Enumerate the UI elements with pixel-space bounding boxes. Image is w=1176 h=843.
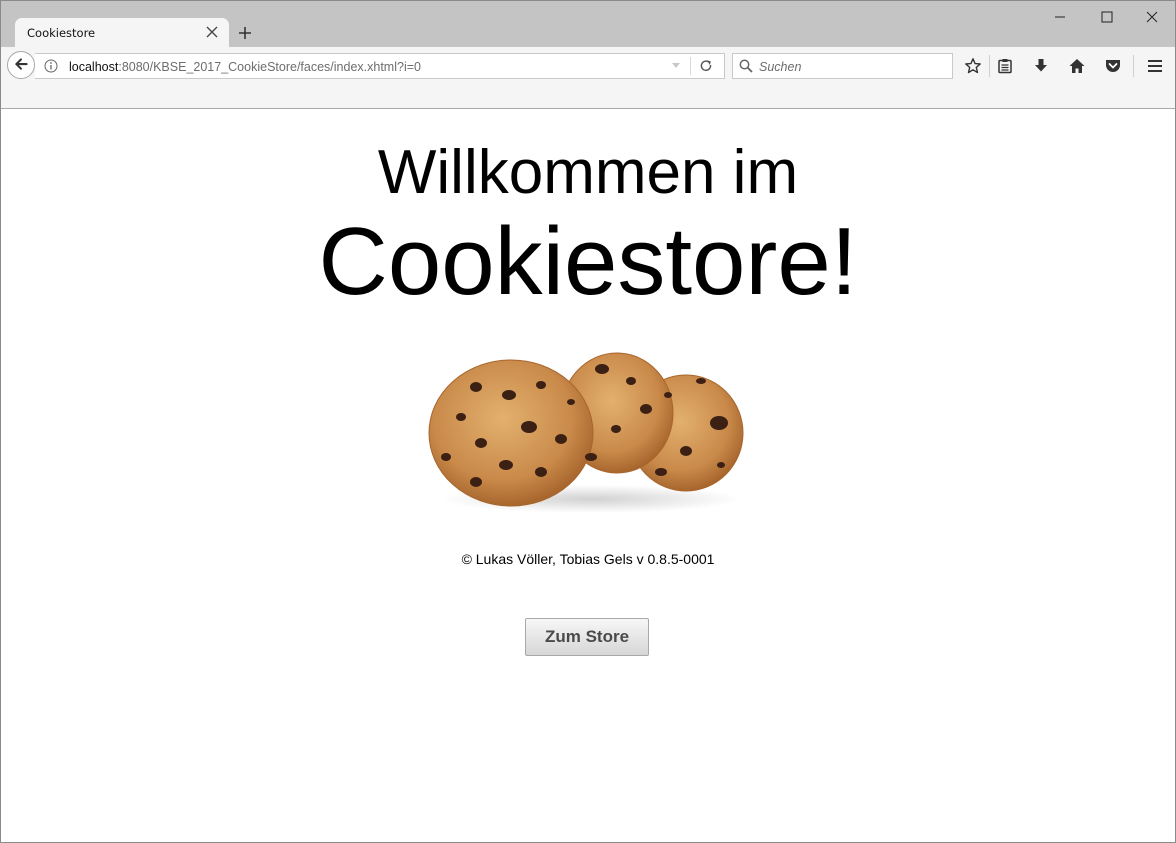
store-title: Cookiestore! <box>318 208 858 315</box>
search-input[interactable]: Suchen <box>759 60 801 74</box>
close-window-icon[interactable] <box>1142 7 1162 27</box>
search-icon <box>739 59 753 73</box>
url-text[interactable]: localhost:8080/KBSE_2017_CookieStore/fac… <box>69 60 421 74</box>
tab-title: Cookiestore <box>27 26 96 40</box>
toolbar-divider <box>989 55 990 77</box>
pocket-icon[interactable] <box>1104 57 1122 75</box>
zum-store-button[interactable]: Zum Store <box>525 618 649 656</box>
download-icon[interactable] <box>1032 57 1050 75</box>
search-box[interactable]: Suchen <box>732 53 953 79</box>
home-icon[interactable] <box>1068 57 1086 75</box>
plus-icon[interactable] <box>237 25 253 41</box>
toolbar-divider <box>1133 55 1134 77</box>
hamburger-menu-icon[interactable] <box>1146 57 1164 75</box>
star-icon[interactable] <box>964 57 982 75</box>
welcome-heading: Willkommen im <box>377 138 799 207</box>
url-divider <box>690 57 691 75</box>
minimize-icon[interactable] <box>1050 7 1070 27</box>
back-arrow-icon <box>15 58 28 70</box>
clipboard-icon[interactable] <box>996 57 1014 75</box>
back-button[interactable] <box>7 51 35 79</box>
nav-toolbar: localhost:8080/KBSE_2017_CookieStore/fac… <box>1 47 1175 109</box>
cookies-image <box>428 352 744 513</box>
url-path: :8080/KBSE_2017_CookieStore/faces/index.… <box>118 60 421 74</box>
chevron-down-icon[interactable] <box>671 62 681 70</box>
reload-icon[interactable] <box>699 59 713 73</box>
url-host: localhost <box>69 60 119 74</box>
browser-window: Cookiestore localhost:8080/KBSE_2017_Coo… <box>0 0 1176 843</box>
info-icon[interactable] <box>44 59 58 73</box>
maximize-icon[interactable] <box>1097 7 1117 27</box>
url-bar[interactable]: localhost:8080/KBSE_2017_CookieStore/fac… <box>35 53 725 79</box>
close-icon[interactable] <box>205 25 219 39</box>
copyright-text: © Lukas Völler, Tobias Gels v 0.8.5-0001 <box>461 551 715 567</box>
tab-strip: Cookiestore <box>1 1 1175 47</box>
page-content: Willkommen im Cookiestore! © Lukas Völle… <box>1 109 1175 842</box>
tab-cookiestore[interactable]: Cookiestore <box>15 18 229 47</box>
